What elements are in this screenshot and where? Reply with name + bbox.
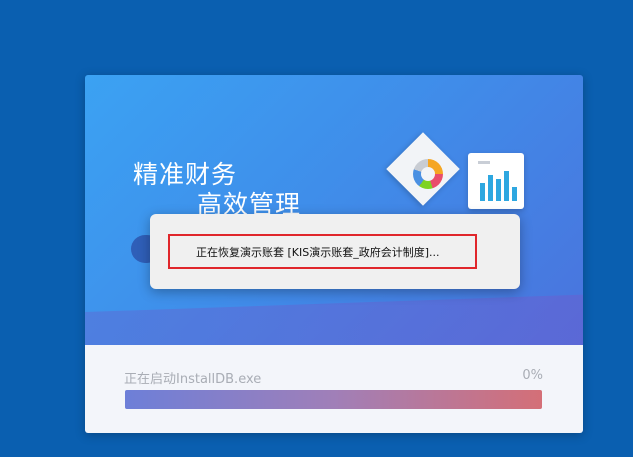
bar-chart-bar [512, 187, 517, 201]
bar-chart-bar [480, 183, 485, 201]
progress-bar-fill [125, 390, 542, 409]
bar-chart-bar [496, 179, 501, 201]
status-text: 正在启动InstallDB.exe [124, 372, 262, 387]
donut-chart-icon [413, 159, 443, 189]
bar-chart-bar [504, 171, 509, 201]
restore-message: 正在恢复演示账套 [KIS演示账套_政府会计制度]... [196, 245, 440, 259]
bar-chart-icon [468, 153, 524, 209]
bar-chart-header-line [478, 161, 490, 164]
banner-wave-decoration [85, 293, 583, 345]
progress-bar [125, 390, 542, 409]
highlighted-message-box: 正在恢复演示账套 [KIS演示账套_政府会计制度]... [168, 234, 477, 269]
installer-footer: 正在启动InstallDB.exe 0% [85, 345, 583, 433]
installer-banner: 精准财务 高效管理 [85, 75, 583, 345]
restore-progress-dialog: 正在恢复演示账套 [KIS演示账套_政府会计制度]... [150, 214, 520, 289]
progress-percent: 0% [522, 368, 543, 383]
bar-chart-bar [488, 175, 493, 201]
